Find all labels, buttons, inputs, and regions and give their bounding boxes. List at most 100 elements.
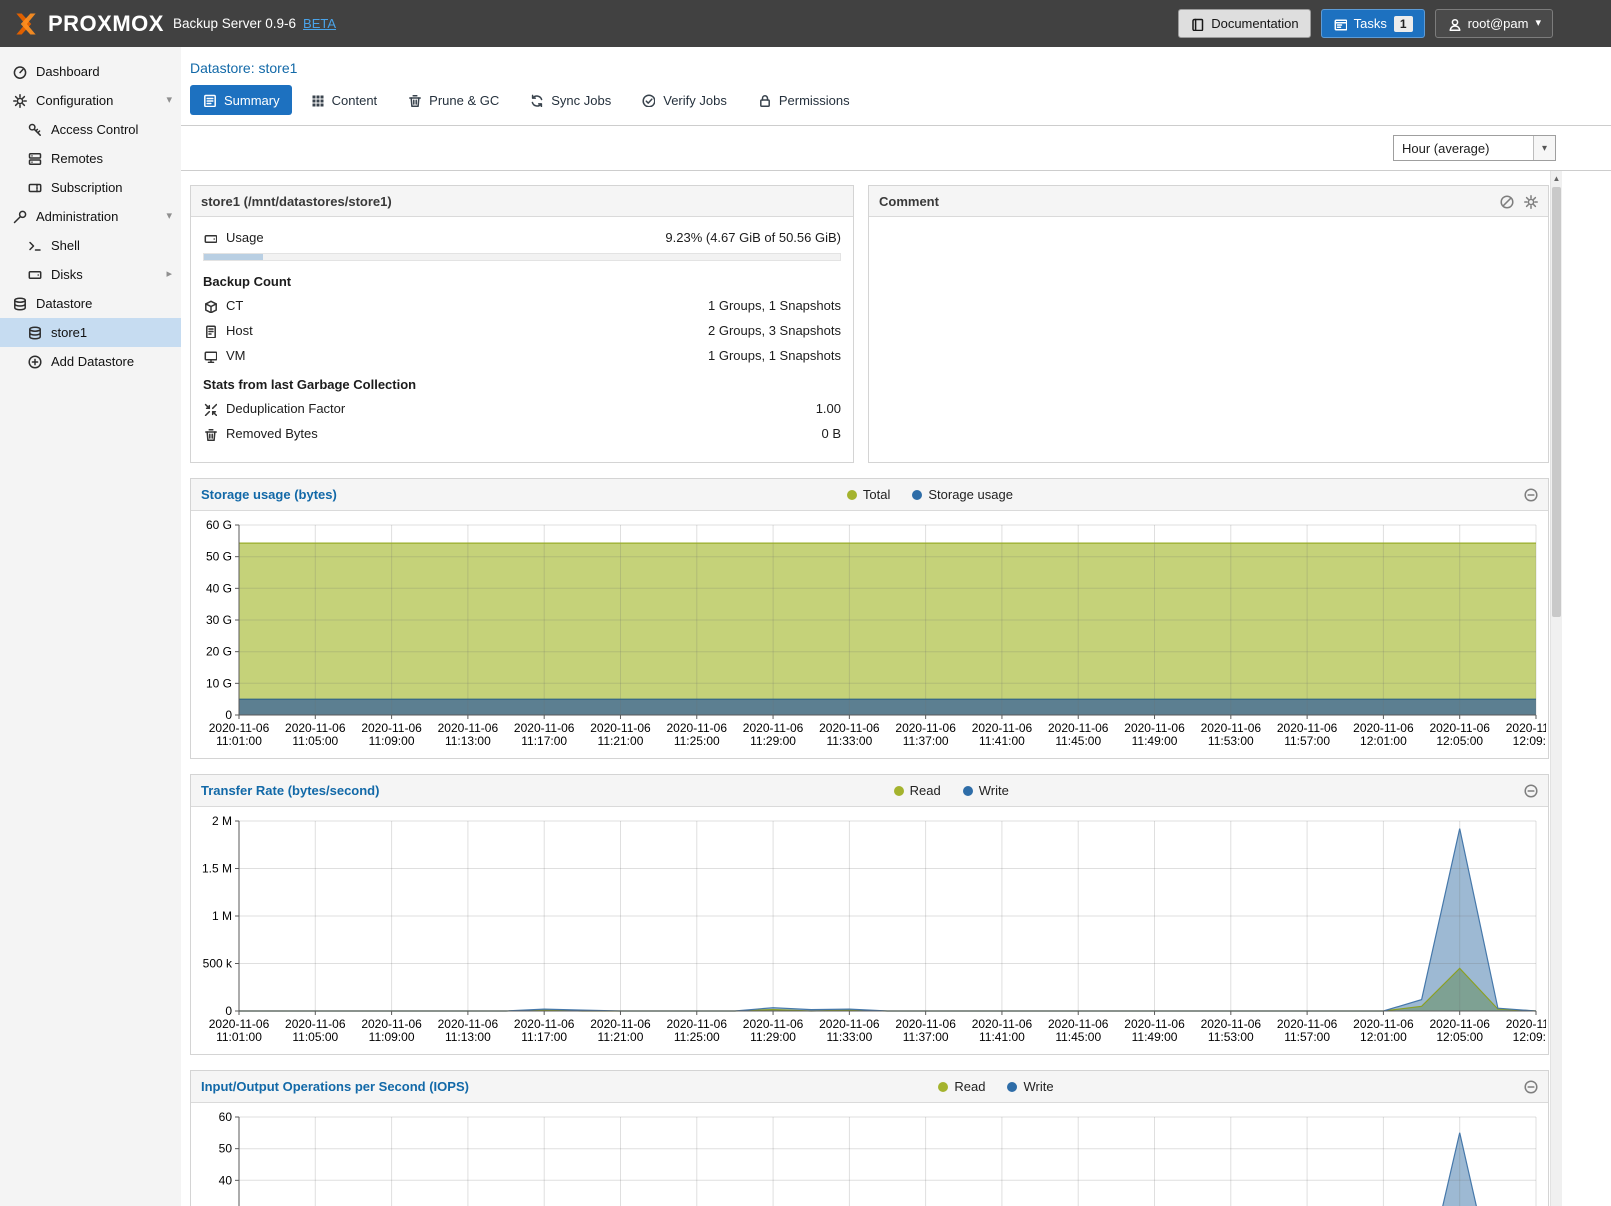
sidebar-item-disks[interactable]: Disks ▸	[0, 260, 181, 289]
chevron-right-icon[interactable]: ▸	[166, 269, 172, 280]
sidebar-item-administration[interactable]: Administration ▾	[0, 202, 181, 231]
sidebar-item-dashboard[interactable]: Dashboard	[0, 57, 181, 86]
trash-icon	[407, 93, 421, 107]
svg-text:11:45:00: 11:45:00	[1055, 1030, 1101, 1044]
svg-text:500 k: 500 k	[203, 957, 233, 971]
legend-item-storage-usage[interactable]: Storage usage	[903, 485, 1022, 504]
documentation-button[interactable]: Documentation	[1178, 9, 1310, 38]
svg-text:12:05:00: 12:05:00	[1436, 734, 1483, 748]
storage-usage-legend: Total Storage usage	[838, 485, 1022, 504]
ct-count-row: CT 1 Groups, 1 Snapshots	[203, 293, 841, 318]
grid-icon	[310, 93, 324, 107]
svg-text:11:21:00: 11:21:00	[598, 1030, 644, 1044]
svg-text:20 G: 20 G	[206, 645, 232, 659]
sidebar-item-store1[interactable]: store1	[0, 318, 181, 347]
storage-usage-legend-dot	[912, 490, 922, 500]
compress-icon	[203, 402, 217, 416]
time-range-select[interactable]: Hour (average) ▾	[1393, 135, 1556, 161]
chevron-down-icon[interactable]: ▾	[166, 211, 172, 222]
sidebar-item-access-control[interactable]: Access Control	[0, 115, 181, 144]
sidebar-item-datastore[interactable]: Datastore	[0, 289, 181, 318]
svg-text:2020-11-06: 2020-11-06	[743, 721, 804, 735]
comment-panel: Comment	[868, 185, 1549, 463]
svg-text:11:25:00: 11:25:00	[674, 734, 720, 748]
host-icon	[203, 324, 217, 338]
svg-text:2020-11-06: 2020-11-06	[1277, 1017, 1338, 1031]
tab-prune-gc[interactable]: Prune & GC	[395, 85, 511, 115]
page-title: Datastore: store1	[190, 60, 297, 76]
svg-text:11:41:00: 11:41:00	[979, 734, 1025, 748]
svg-text:11:53:00: 11:53:00	[1208, 1030, 1254, 1044]
total-legend-dot	[847, 490, 857, 500]
chevron-down-icon[interactable]: ▾	[1533, 136, 1555, 160]
sidebar-item-remotes[interactable]: Remotes	[0, 144, 181, 173]
svg-text:11:33:00: 11:33:00	[826, 1030, 872, 1044]
scroll-up-arrow-icon[interactable]: ▲	[1551, 171, 1562, 185]
tasks-button[interactable]: Tasks 1	[1321, 9, 1425, 38]
minus-circle-icon[interactable]	[1523, 1079, 1538, 1094]
svg-text:11:17:00: 11:17:00	[521, 734, 567, 748]
usage-progress-fill	[204, 254, 263, 260]
svg-text:2020-11-06: 2020-11-06	[438, 1017, 499, 1031]
read-legend-dot	[894, 786, 904, 796]
transfer-rate-chart: 0500 k1 M1.5 M2 M2020-11-0611:01:002020-…	[193, 813, 1546, 1052]
hard-disk-icon	[203, 231, 217, 245]
tab-summary[interactable]: Summary	[190, 85, 292, 115]
svg-text:2020-11-06: 2020-11-06	[667, 721, 728, 735]
svg-text:2020-11-06: 2020-11-06	[361, 721, 422, 735]
sidebar-item-configuration[interactable]: Configuration ▾	[0, 86, 181, 115]
user-menu-button[interactable]: root@pam ▾	[1435, 9, 1553, 38]
documentation-icon	[1190, 17, 1204, 31]
transfer-rate-legend: Read Write	[885, 781, 1018, 800]
svg-text:12:09:00: 12:09:00	[1513, 734, 1546, 748]
svg-text:40: 40	[219, 1173, 233, 1187]
svg-text:11:13:00: 11:13:00	[445, 1030, 491, 1044]
svg-text:11:05:00: 11:05:00	[292, 1030, 338, 1044]
sidebar-item-add-datastore[interactable]: Add Datastore	[0, 347, 181, 376]
svg-text:2020-11-06: 2020-11-06	[361, 1017, 422, 1031]
page-head: Datastore: store1	[181, 47, 1611, 85]
write-legend-dot	[1007, 1082, 1017, 1092]
sidebar-item-shell[interactable]: Shell	[0, 231, 181, 260]
svg-text:60: 60	[219, 1110, 233, 1124]
slash-circle-icon[interactable]	[1499, 194, 1514, 209]
legend-item-read[interactable]: Read	[929, 1077, 994, 1096]
gear-icon[interactable]	[1523, 194, 1538, 209]
beta-link[interactable]: BETA	[303, 16, 336, 31]
tab-sync-jobs[interactable]: Sync Jobs	[517, 85, 623, 115]
tab-permissions[interactable]: Permissions	[745, 85, 862, 115]
legend-item-write[interactable]: Write	[998, 1077, 1062, 1096]
minus-circle-icon[interactable]	[1523, 487, 1538, 502]
svg-text:0: 0	[225, 1004, 232, 1018]
read-legend-dot	[938, 1082, 948, 1092]
backup-count-heading: Backup Count	[203, 265, 841, 293]
svg-text:2020-11-06: 2020-11-06	[895, 1017, 956, 1031]
sidebar-item-subscription[interactable]: Subscription	[0, 173, 181, 202]
legend-item-write[interactable]: Write	[954, 781, 1018, 800]
summary-panel-header: store1 (/mnt/datastores/store1)	[191, 186, 853, 217]
chevron-down-icon[interactable]: ▾	[166, 95, 172, 106]
svg-text:1.5 M: 1.5 M	[202, 862, 232, 876]
svg-text:2020-11-06: 2020-11-06	[1201, 721, 1262, 735]
tab-verify-jobs[interactable]: Verify Jobs	[629, 85, 739, 115]
svg-text:12:09:00: 12:09:00	[1513, 1030, 1546, 1044]
tab-content[interactable]: Content	[298, 85, 390, 115]
legend-item-total[interactable]: Total	[838, 485, 899, 504]
svg-text:2020-11-06: 2020-11-06	[1277, 721, 1338, 735]
iops-title: Input/Output Operations per Second (IOPS…	[201, 1079, 469, 1094]
svg-text:11:57:00: 11:57:00	[1284, 734, 1330, 748]
gauge-icon	[12, 64, 27, 79]
svg-text:50 G: 50 G	[206, 550, 232, 564]
svg-text:11:01:00: 11:01:00	[216, 734, 262, 748]
minus-circle-icon[interactable]	[1523, 783, 1538, 798]
database-icon	[27, 325, 42, 340]
svg-text:12:01:00: 12:01:00	[1360, 1030, 1407, 1044]
svg-text:11:33:00: 11:33:00	[826, 734, 872, 748]
monitor-icon	[203, 349, 217, 363]
legend-item-read[interactable]: Read	[885, 781, 950, 800]
svg-text:2020-11-06: 2020-11-06	[514, 1017, 575, 1031]
vertical-scrollbar[interactable]: ▲	[1550, 171, 1562, 1206]
datastore-summary-panel: store1 (/mnt/datastores/store1) Usage 9.…	[190, 185, 854, 463]
svg-text:2020-11-06: 2020-11-06	[209, 1017, 270, 1031]
scrollbar-thumb[interactable]	[1552, 187, 1561, 617]
